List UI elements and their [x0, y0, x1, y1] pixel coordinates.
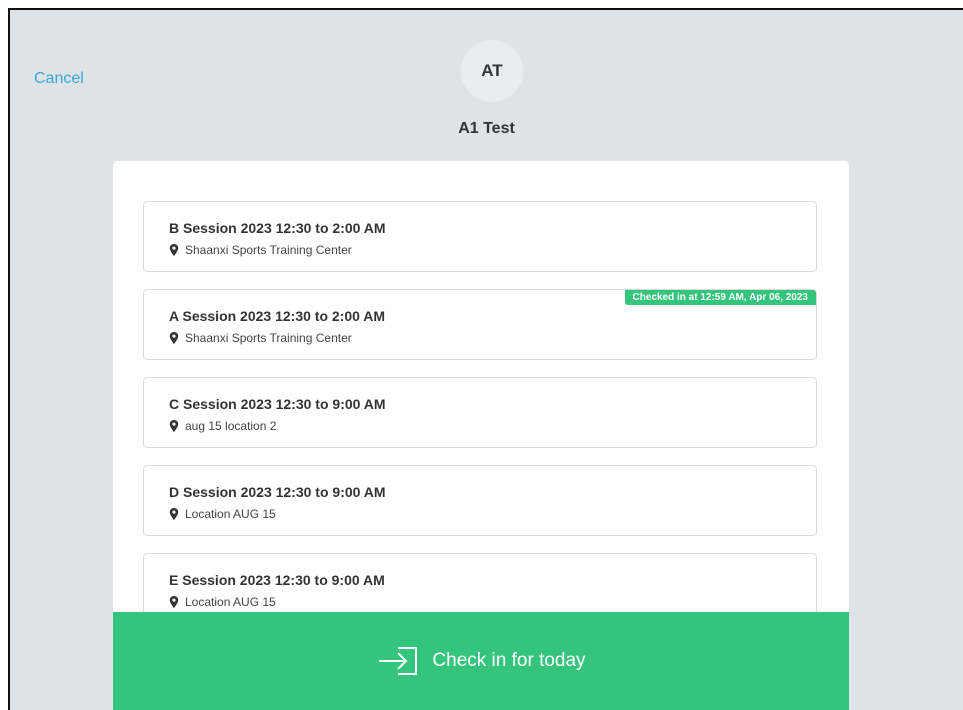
session-location: Shaanxi Sports Training Center	[169, 331, 352, 345]
session-title: C Session 2023 12:30 to 9:00 AM	[169, 396, 386, 412]
session-title: E Session 2023 12:30 to 9:00 AM	[169, 572, 385, 588]
session-location: aug 15 location 2	[169, 419, 276, 433]
map-pin-icon	[169, 332, 179, 344]
session-location-text: Location AUG 15	[185, 507, 276, 521]
session-location-text: Location AUG 15	[185, 595, 276, 609]
session-location: Location AUG 15	[169, 595, 276, 609]
session-location-text: Shaanxi Sports Training Center	[185, 243, 352, 257]
avatar-initials: AT	[481, 61, 503, 80]
session-title: D Session 2023 12:30 to 9:00 AM	[169, 484, 386, 500]
session-title: B Session 2023 12:30 to 2:00 AM	[169, 220, 386, 236]
session-location: Shaanxi Sports Training Center	[169, 243, 352, 257]
session-card[interactable]: D Session 2023 12:30 to 9:00 AM Location…	[143, 465, 817, 536]
checked-in-badge: Checked in at 12:59 AM, Apr 06, 2023	[624, 290, 816, 305]
session-card[interactable]: Checked in at 12:59 AM, Apr 06, 2023 A S…	[143, 289, 817, 360]
map-pin-icon	[169, 508, 179, 520]
session-card[interactable]: C Session 2023 12:30 to 9:00 AM aug 15 l…	[143, 377, 817, 448]
session-card[interactable]: B Session 2023 12:30 to 2:00 AM Shaanxi …	[143, 201, 817, 272]
check-in-button[interactable]: Check in for today	[113, 612, 849, 710]
cancel-link[interactable]: Cancel	[34, 70, 84, 88]
map-pin-icon	[169, 420, 179, 432]
session-title: A Session 2023 12:30 to 2:00 AM	[169, 308, 386, 324]
session-location-text: Shaanxi Sports Training Center	[185, 331, 352, 345]
session-location-text: aug 15 location 2	[185, 419, 277, 433]
avatar: AT	[461, 40, 523, 102]
map-pin-icon	[169, 596, 179, 608]
map-pin-icon	[169, 244, 179, 256]
enter-icon	[379, 647, 418, 675]
session-location: Location AUG 15	[169, 507, 276, 521]
profile-name: A1 Test	[458, 120, 515, 137]
check-in-label: Check in for today	[432, 650, 586, 671]
